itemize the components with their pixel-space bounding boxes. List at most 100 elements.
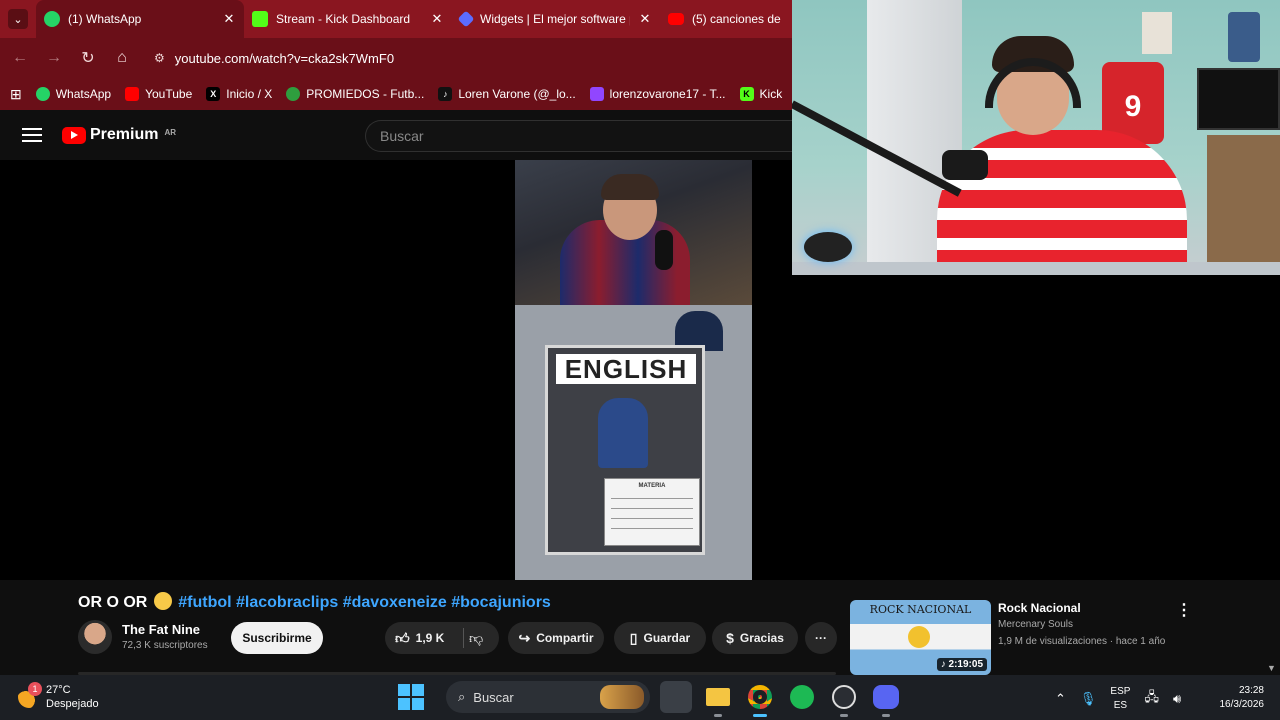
- thumbs-up-icon: 👍︎: [395, 629, 410, 646]
- title-text: OR O OR: [78, 594, 148, 611]
- recommended-channel[interactable]: Mercenary Souls: [998, 619, 1073, 630]
- windows-taskbar: 1 27°C Despejado ⌕ Buscar ⌃ 🎙︎ ESP ES 🖧︎…: [0, 675, 1280, 720]
- taskbar-search[interactable]: ⌕ Buscar: [446, 681, 650, 713]
- scroll-down-icon[interactable]: ▼: [1267, 663, 1276, 673]
- tab-canciones-de-boca[interactable]: (5) canciones de boca: [660, 0, 792, 38]
- weather-condition: Despejado: [46, 698, 99, 710]
- bookmark-tiktok[interactable]: ♪ Loren Varone (@_lo...: [438, 87, 576, 101]
- notification-badge: 1: [28, 682, 42, 696]
- bookmark-promiedos[interactable]: PROMIEDOS - Futb...: [286, 87, 424, 101]
- twitch-icon: [589, 87, 604, 101]
- thanks-button[interactable]: $ Gracias: [712, 622, 798, 654]
- thumbnail-text: ROCK NACIONAL: [869, 603, 972, 616]
- search-icon: ⌕: [458, 689, 466, 704]
- subscribe-button[interactable]: Suscribirme: [231, 622, 323, 654]
- chrome-icon[interactable]: [744, 681, 776, 717]
- menu-icon[interactable]: [22, 128, 42, 142]
- discord-icon[interactable]: [870, 681, 902, 717]
- share-button[interactable]: ↪ Compartir: [508, 622, 604, 654]
- video-frame[interactable]: ENGLISH MATERIA: [515, 160, 752, 580]
- channel-name[interactable]: The Fat Nine: [122, 622, 200, 637]
- obs-icon[interactable]: [828, 681, 860, 717]
- widgets-icon: [457, 10, 475, 28]
- back-arrow-icon[interactable]: ←: [10, 49, 30, 67]
- volume-icon[interactable]: 🔊︎: [1173, 691, 1181, 707]
- bookmark-label: Kick: [759, 87, 783, 101]
- clock[interactable]: 23:28 16/3/2026: [1208, 684, 1265, 712]
- save-button[interactable]: ▯ Guardar: [614, 622, 706, 654]
- search-highlight-image: [600, 685, 644, 709]
- spotify-icon[interactable]: [786, 681, 818, 713]
- notebook-label: MATERIA: [604, 478, 700, 546]
- task-view-icon[interactable]: [660, 681, 692, 713]
- thumbs-down-icon[interactable]: 👎︎: [469, 630, 483, 647]
- streamer-cam-scene: [515, 160, 752, 305]
- close-icon[interactable]: ✕: [222, 11, 236, 27]
- more-vertical-icon[interactable]: ⋮: [1176, 600, 1192, 620]
- tab-title: (1) WhatsApp: [68, 12, 142, 26]
- promiedos-icon: [286, 87, 301, 101]
- bookmark-whatsapp[interactable]: WhatsApp: [35, 87, 112, 101]
- channel-avatar[interactable]: [78, 620, 112, 654]
- more-actions-button[interactable]: ···: [805, 622, 837, 654]
- bookmark-twitch[interactable]: lorenzovarone17 - T...: [589, 87, 726, 101]
- tab-whatsapp[interactable]: (1) WhatsApp ✕: [36, 0, 244, 38]
- home-icon[interactable]: ⌂: [112, 49, 132, 67]
- bookmark-label: PROMIEDOS - Futb...: [306, 87, 425, 101]
- bookmark-x[interactable]: X Inicio / X: [206, 87, 272, 101]
- youtube-premium-logo[interactable]: Premium AR: [62, 126, 176, 144]
- windows-start-icon[interactable]: [398, 684, 424, 710]
- notebook-image: ENGLISH MATERIA: [545, 345, 705, 555]
- like-count: 1,9 K: [415, 631, 445, 645]
- video-hashtags[interactable]: #futbol #lacobraclips #davoxeneize #boca…: [178, 594, 551, 611]
- chevron-down-icon: ⌄: [8, 9, 28, 29]
- youtube-icon: [125, 87, 140, 101]
- close-icon[interactable]: ✕: [638, 11, 652, 27]
- video-duration: ♪ 2:19:05: [936, 658, 987, 671]
- save-label: Guardar: [643, 631, 691, 645]
- chevron-up-icon[interactable]: ⌃: [1055, 691, 1066, 707]
- reload-icon[interactable]: ↻: [78, 48, 98, 68]
- share-label: Compartir: [536, 631, 594, 645]
- close-icon[interactable]: ✕: [430, 11, 444, 27]
- bookmark-label: YouTube: [145, 87, 193, 101]
- super-thanks-icon: $: [726, 630, 734, 646]
- bookmark-youtube[interactable]: YouTube: [125, 87, 192, 101]
- bookmark-icon: ▯: [629, 629, 638, 646]
- logo-region: AR: [164, 128, 177, 137]
- microphone-icon[interactable]: 🎙︎: [1080, 691, 1097, 707]
- clock-time: 23:28: [1238, 685, 1264, 696]
- site-settings-icon[interactable]: ⚙: [154, 51, 165, 65]
- recommended-title[interactable]: Rock Nacional: [998, 601, 1081, 615]
- lang-bottom: ES: [1113, 700, 1128, 711]
- apps-grid-icon[interactable]: ⊞: [10, 86, 22, 103]
- tab-kick-dashboard[interactable]: Stream - Kick Dashboard ✕: [244, 0, 452, 38]
- file-explorer-icon[interactable]: [702, 681, 734, 717]
- whatsapp-icon: [44, 11, 60, 27]
- bookmark-label: WhatsApp: [55, 87, 112, 101]
- tab-widgets[interactable]: Widgets | El mejor software para streame…: [452, 0, 660, 38]
- bookmarks-bar: ⊞ WhatsApp YouTube X Inicio / X PROMIEDOS…: [0, 78, 792, 110]
- url-text: youtube.com/watch?v=cka2sk7WmF0: [174, 50, 395, 66]
- search-input[interactable]: Buscar: [365, 120, 792, 152]
- tiktok-icon: ♪: [438, 87, 453, 101]
- taskbar-search-label: Buscar: [473, 689, 514, 705]
- network-icon[interactable]: 🖧︎: [1144, 688, 1159, 710]
- tab-search-button[interactable]: ⌄: [0, 0, 36, 38]
- bookmark-label: Inicio / X: [226, 87, 273, 101]
- recommended-thumbnail[interactable]: ROCK NACIONAL ♪ 2:19:05: [850, 600, 991, 675]
- logo-text: Premium: [90, 126, 159, 143]
- weather-moon-icon: 1: [18, 682, 42, 708]
- language-indicator[interactable]: ESP ES: [1110, 685, 1130, 713]
- tab-title: Widgets | El mejor software para streame…: [480, 12, 630, 26]
- system-tray: ⌃ 🎙︎ ESP ES 🖧︎ 🔊︎: [1055, 685, 1181, 713]
- url-field[interactable]: ⚙ youtube.com/watch?v=cka2sk7WmF0: [154, 43, 792, 73]
- taskbar-apps: ⌕ Buscar: [398, 681, 902, 717]
- recommended-meta: 1,9 M de visualizaciones · hace 1 año: [998, 636, 1166, 647]
- forward-arrow-icon[interactable]: →: [44, 49, 64, 67]
- bookmark-kick[interactable]: K Kick: [739, 87, 783, 101]
- x-icon: X: [206, 87, 221, 101]
- weather-widget[interactable]: 1 27°C Despejado: [18, 682, 99, 711]
- lang-top: ESP: [1110, 686, 1131, 697]
- kick-icon: [252, 11, 268, 27]
